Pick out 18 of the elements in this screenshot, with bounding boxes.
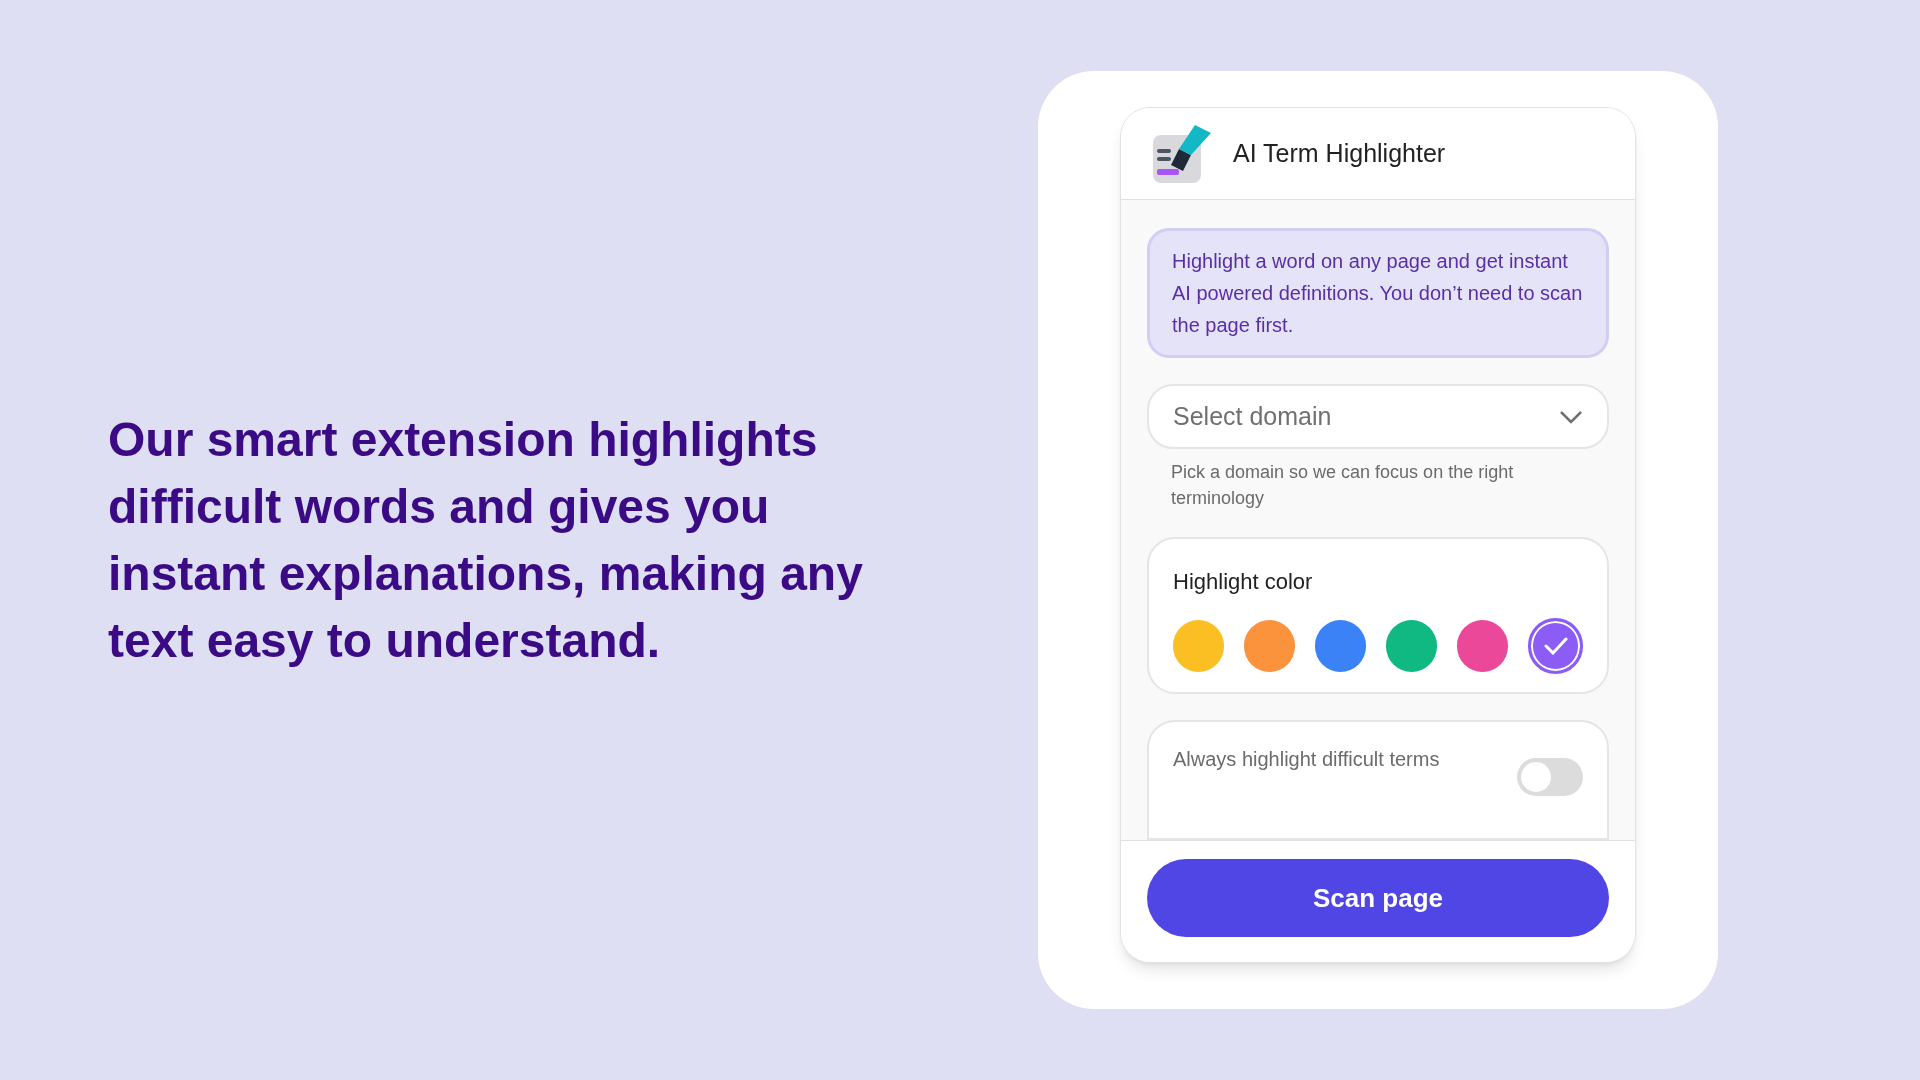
headline: Our smart extension highlights difficult words and gives you instant explanations, making any text easy to understand. <box>108 412 864 669</box>
popup-title: AI Term Highlighter <box>1233 137 1446 169</box>
check-icon <box>1543 637 1568 655</box>
scan-page-button[interactable]: Scan page <box>1147 859 1609 937</box>
info-box: Highlight a word on any page and get instant AI powered definitions. You don’t need to scan the page first. <box>1147 228 1609 358</box>
color-swatch[interactable] <box>1244 620 1295 672</box>
color-swatch[interactable] <box>1457 620 1508 672</box>
setting-label: Always highlight difficult terms <box>1173 747 1440 772</box>
highlighter-icon <box>1151 122 1213 185</box>
color-swatch[interactable] <box>1386 620 1437 672</box>
domain-hint: Pick a domain so we can focus on the right terminology <box>1170 461 1515 510</box>
domain-select[interactable]: Select domain <box>1147 384 1609 449</box>
color-swatch[interactable] <box>1315 620 1366 672</box>
toggle-switch[interactable] <box>1517 758 1583 796</box>
color-label: Highlight color <box>1173 568 1314 596</box>
color-swatch[interactable] <box>1528 618 1584 674</box>
color-swatch[interactable] <box>1173 620 1224 672</box>
chevron-down-icon <box>1559 409 1583 424</box>
